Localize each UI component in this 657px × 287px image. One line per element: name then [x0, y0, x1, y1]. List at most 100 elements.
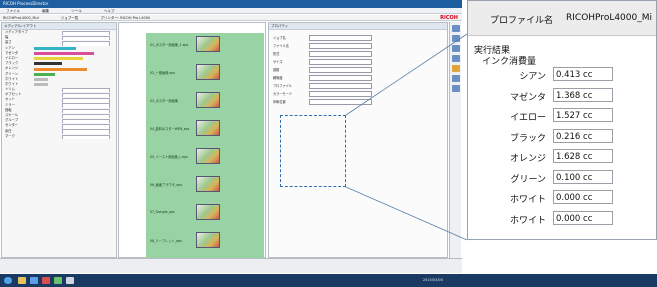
- property-label: ジョブ名: [273, 36, 286, 40]
- menu-bar: ファイル 編集 ツール ヘルプ: [0, 8, 462, 14]
- thumbnail-image[interactable]: [196, 120, 220, 136]
- properties-header: プロパティ: [269, 23, 447, 30]
- thumbnail-image[interactable]: [196, 148, 220, 164]
- preview-icon[interactable]: [452, 35, 460, 42]
- property-label: 部数: [273, 68, 280, 72]
- property-input[interactable]: [309, 42, 372, 49]
- property-label: 解像度: [273, 76, 283, 80]
- property-label: 形式: [273, 52, 280, 56]
- ink-value-field: 1.628 cc: [553, 149, 613, 163]
- info-icon[interactable]: [452, 85, 460, 92]
- property-input[interactable]: [309, 34, 372, 41]
- browser-icon[interactable]: [30, 277, 38, 284]
- path-bar: RICOHProL4000_Mul ジョブ一覧 プリンター: RICOH Pro…: [0, 15, 462, 21]
- left-panel-row-label: 幅: [5, 35, 9, 40]
- ink-level-bar: [34, 77, 48, 81]
- color-icon[interactable]: [452, 65, 460, 72]
- left-panel-row-label: 回転: [5, 107, 12, 112]
- settings-icon[interactable]: [452, 45, 460, 52]
- ink-value-field: 0.000 cc: [553, 190, 613, 204]
- window-title: RICOH ProcessDirector: [3, 1, 49, 6]
- property-input[interactable]: [309, 50, 372, 57]
- ink-value-field: 1.368 cc: [553, 87, 613, 102]
- app-icon[interactable]: [54, 277, 62, 284]
- left-panel-row-label: センター: [5, 123, 19, 128]
- left-panel-row-label: 高さ: [5, 40, 12, 45]
- left-panel-row-label: トリム: [5, 87, 15, 92]
- ink-name: ホワイト: [509, 215, 546, 226]
- ink-name: ブラック: [509, 133, 546, 144]
- ink-value-field: 0.413 cc: [553, 67, 613, 81]
- queue-icon[interactable]: [452, 75, 460, 82]
- thumbnail-filename: 01_ポスター用画像_1.eps: [150, 43, 189, 47]
- path-segment[interactable]: RICOHProL4000_Mul: [0, 15, 39, 21]
- property-label: カラーモード: [273, 92, 293, 96]
- ink-name: シアン: [519, 72, 546, 82]
- app-icon[interactable]: [66, 277, 74, 284]
- zoom-callout: プロファイル名 RICOHProL4000_Mi 実行結果 インク消費量 シアン…: [467, 0, 657, 240]
- property-input[interactable]: [309, 58, 372, 65]
- left-panel-row-label: メディアタイプ: [5, 30, 28, 34]
- path-segment[interactable]: ジョブ一覧: [58, 15, 79, 21]
- subsection-title: インク消費量: [482, 57, 537, 67]
- left-panel-row-label: ホワイト: [5, 81, 19, 86]
- thumbnail-image[interactable]: [196, 36, 220, 52]
- left-panel-row-label: ミラー: [5, 102, 15, 107]
- menu-help[interactable]: ヘルプ: [101, 8, 115, 14]
- thumbnail-image[interactable]: [196, 204, 220, 220]
- ink-level-bar: [34, 57, 83, 61]
- app-icon[interactable]: [42, 277, 50, 284]
- property-input[interactable]: [309, 98, 372, 105]
- explorer-icon[interactable]: [18, 277, 26, 284]
- ink-name: グリーン: [510, 174, 546, 185]
- thumbnail-filename: 03_ポスター用画像: [150, 99, 178, 103]
- left-panel-row-label: オフセット: [5, 92, 22, 97]
- thumbnail-filename: 04_飲料ポスターWEB_eps: [150, 127, 190, 131]
- menu-edit[interactable]: 編集: [39, 8, 49, 14]
- property-input[interactable]: [309, 90, 372, 97]
- status-bar: [0, 258, 462, 273]
- left-panel-row-label: オレンジ: [5, 66, 19, 71]
- start-icon[interactable]: [4, 277, 12, 284]
- thumbnail-filename: 02_一般画像.eps: [150, 71, 176, 75]
- ink-consumption-highlight: [280, 115, 346, 187]
- ink-level-bar: [34, 72, 55, 76]
- thumbnail-filename: 08_リーフレット_eps: [150, 239, 182, 243]
- side-toolbar: [449, 22, 461, 258]
- property-label: 印刷位置: [273, 100, 286, 104]
- ink-level-bar: [34, 51, 94, 55]
- path-segment[interactable]: プリンター: RICOH Pro L4000: [97, 15, 150, 21]
- left-panel-header: メディア/レイアウト: [2, 23, 116, 30]
- left-panel-row-label: マーク: [5, 133, 15, 138]
- ink-value-field: 1.527 cc: [553, 108, 613, 122]
- layout-icon[interactable]: [452, 55, 460, 62]
- property-label: プロファイル: [273, 84, 293, 88]
- thumbnail-image[interactable]: [196, 176, 220, 192]
- property-input[interactable]: [309, 66, 372, 73]
- print-icon[interactable]: [452, 25, 460, 32]
- ink-value-field: 0.216 cc: [553, 128, 613, 143]
- property-input[interactable]: [309, 74, 372, 81]
- menu-tools[interactable]: ツール: [68, 8, 82, 14]
- left-panel-row-label: シアン: [5, 45, 15, 50]
- left-panel-row-label: 余白: [5, 128, 12, 133]
- thumbnail-image[interactable]: [196, 64, 220, 80]
- thumbnail-filename: 07_Sample_eps: [150, 210, 175, 214]
- ink-name: オレンジ: [509, 154, 546, 164]
- thumbnail-image[interactable]: [196, 232, 220, 248]
- profile-label: プロファイル名: [490, 16, 554, 26]
- menu-file[interactable]: ファイル: [3, 8, 20, 14]
- left-panel-field[interactable]: [62, 134, 110, 139]
- zoom-header: プロファイル名 RICOHProL4000_Mi: [468, 1, 656, 36]
- window-title-bar: RICOH ProcessDirector: [0, 0, 462, 8]
- left-panel-row-label: グループ: [5, 118, 18, 123]
- ink-value-field: 0.000 cc: [553, 210, 613, 225]
- left-panel: メディア/レイアウト メディアタイプ幅高さ シアン マゼンタ イエロー ブラック オレンジ…: [1, 22, 117, 258]
- thumbnail-image[interactable]: [196, 92, 220, 108]
- left-panel-row-label: スケール: [5, 113, 19, 117]
- ink-name: ホワイト: [509, 195, 546, 205]
- ink-level-bar: [34, 67, 87, 71]
- ink-value-field: 0.100 cc: [553, 169, 613, 184]
- left-panel-row-label: ブラック: [5, 61, 19, 66]
- property-input[interactable]: [309, 82, 372, 89]
